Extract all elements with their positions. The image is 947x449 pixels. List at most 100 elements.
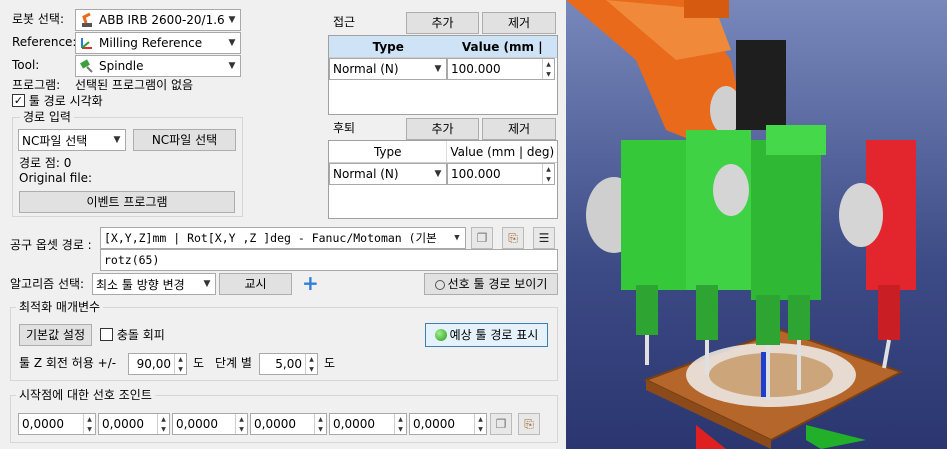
spinner-arrows-icon[interactable]: ▲ ▼: [314, 414, 326, 434]
z-rotation-unit: 도: [193, 356, 205, 370]
reference-frame-icon: [81, 38, 92, 49]
chevron-down-icon: ▼: [113, 135, 121, 145]
optimization-title: 최적화 매개변수: [16, 300, 104, 314]
collision-avoidance-checkbox[interactable]: 충돌 회피: [100, 327, 165, 343]
joint-3-spinner[interactable]: 0,0000 ▲ ▼: [172, 413, 248, 435]
visualize-path-checkbox[interactable]: ✓ 툴 경로 시각화: [12, 93, 103, 109]
show-preferred-path-label: 선호 툴 경로 보이기: [447, 277, 548, 291]
path-points-label: 경로 점: 0: [19, 156, 72, 170]
reference-select[interactable]: Milling Reference ▼: [75, 32, 241, 54]
z-rotation-label: 툴 Z 회전 허용 +/-: [19, 356, 117, 370]
path-input-title: 경로 입력: [20, 110, 74, 124]
step-value: 5,00: [275, 357, 302, 371]
nc-file-select[interactable]: NC파일 선택 ▼: [18, 129, 126, 151]
tool-offset-format-value: [X,Y,Z]mm | Rot[X,Y ,Z ]deg - Fanuc/Moto…: [104, 231, 437, 245]
program-value: 선택된 프로그램이 없음: [75, 78, 194, 92]
table-row: Normal (N) ▼ 100.000 ▲ ▼: [329, 58, 557, 80]
robot-select[interactable]: ABB IRB 2600-20/1.65 ▼: [75, 9, 241, 31]
algorithm-select-value: 최소 툴 방향 변경: [96, 277, 185, 292]
approach-type-value: Normal (N): [333, 62, 399, 76]
retract-col-type: Type: [329, 141, 448, 162]
joint-value: 0,0000: [413, 417, 455, 431]
start-joints-title: 시작점에 대한 선호 조인트: [16, 388, 155, 402]
tool-offset-input[interactable]: rotz(65): [100, 249, 558, 271]
approach-col-value: Value (mm | deg): [461, 40, 543, 76]
tool-select[interactable]: Spindle ▼: [75, 55, 241, 77]
robot-scene-illustration: [566, 0, 916, 449]
approach-add-button[interactable]: 추가: [406, 12, 479, 34]
teach-button[interactable]: 교시: [219, 273, 292, 295]
show-expected-path-label: 예상 툴 경로 표시: [449, 328, 539, 342]
show-expected-path-button[interactable]: 예상 툴 경로 표시: [425, 323, 548, 347]
tool-offset-value: rotz(65): [104, 253, 160, 267]
spinner-arrows-icon[interactable]: ▲ ▼: [542, 59, 554, 79]
joint-5-spinner[interactable]: 0,0000 ▲ ▼: [329, 413, 407, 435]
approach-remove-button[interactable]: 제거: [482, 12, 556, 34]
algorithm-select[interactable]: 최소 툴 방향 변경 ▼: [92, 273, 216, 295]
spinner-arrows-icon[interactable]: ▲ ▼: [157, 414, 169, 434]
retract-type-value: Normal (N): [333, 167, 399, 181]
joint-1-spinner[interactable]: 0,0000 ▲ ▼: [18, 413, 96, 435]
event-program-button[interactable]: 이벤트 프로그램: [19, 191, 235, 213]
retract-title: 후퇴: [333, 121, 356, 135]
nc-file-select-button[interactable]: NC파일 선택: [133, 129, 236, 151]
tool-offset-format-select[interactable]: [X,Y,Z]mm | Rot[X,Y ,Z ]deg - Fanuc/Moto…: [100, 227, 466, 249]
approach-value-spinner[interactable]: 100.000 ▲ ▼: [447, 58, 555, 80]
retract-type-select[interactable]: Normal (N) ▼: [329, 163, 447, 185]
retract-table-header: Type Value (mm | deg): [329, 141, 557, 163]
3d-viewport[interactable]: [566, 0, 947, 449]
retract-value-spinner[interactable]: 100.000 ▲ ▼: [447, 163, 555, 185]
joint-6-spinner[interactable]: 0,0000 ▲ ▼: [409, 413, 487, 435]
spinner-arrows-icon[interactable]: ▲ ▼: [174, 354, 186, 374]
step-label: 단계 별: [215, 356, 252, 370]
approach-table-header: Type Value (mm | deg): [329, 36, 557, 76]
paste-icon[interactable]: ⎘: [502, 227, 524, 249]
retract-col-value: Value (mm | deg): [450, 145, 555, 159]
retract-add-button[interactable]: 추가: [406, 118, 479, 140]
tool-select-value: Spindle: [99, 59, 144, 73]
algorithm-label: 알고리즘 선택:: [10, 277, 85, 291]
approach-table: Type Value (mm | deg) Normal (N) ▼ 100.0…: [328, 35, 558, 115]
spinner-arrows-icon[interactable]: ▲ ▼: [83, 414, 95, 434]
add-icon[interactable]: +: [302, 270, 319, 296]
spinner-arrows-icon[interactable]: ▲ ▼: [474, 414, 486, 434]
spinner-arrows-icon[interactable]: ▲ ▼: [542, 164, 554, 184]
reference-select-value: Milling Reference: [99, 36, 203, 50]
z-rotation-spinner[interactable]: 90,00 ▲ ▼: [128, 353, 187, 375]
reference-label: Reference:: [12, 35, 77, 49]
visualize-path-label: 툴 경로 시각화: [28, 94, 103, 108]
copy-icon[interactable]: ❐: [490, 413, 512, 435]
spinner-arrows-icon[interactable]: ▲ ▼: [305, 354, 317, 374]
table-row: Normal (N) ▼ 100.000 ▲ ▼: [329, 163, 557, 185]
collision-avoidance-label: 충돌 회피: [116, 328, 165, 342]
robot-label: 로봇 선택:: [12, 12, 65, 26]
chevron-down-icon: ▼: [454, 233, 460, 243]
copy-icon[interactable]: ❐: [471, 227, 493, 249]
spinner-arrows-icon[interactable]: ▲ ▼: [394, 414, 406, 434]
retract-remove-button[interactable]: 제거: [482, 118, 556, 140]
joint-2-spinner[interactable]: 0,0000 ▲ ▼: [98, 413, 170, 435]
checkbox-checked-icon: ✓: [12, 94, 25, 107]
approach-col-type: Type: [372, 40, 404, 54]
show-preferred-path-button[interactable]: 선호 툴 경로 보이기: [424, 273, 558, 295]
z-rotation-value: 90,00: [136, 357, 171, 371]
approach-type-select[interactable]: Normal (N) ▼: [329, 58, 447, 80]
tool-offset-label: 공구 옵셋 경로 :: [10, 238, 92, 252]
tool-label: Tool:: [12, 58, 40, 72]
paste-icon[interactable]: ⎘: [518, 413, 540, 435]
chevron-down-icon: ▼: [228, 38, 236, 48]
retract-value: 100.000: [451, 167, 501, 181]
chevron-down-icon: ▼: [203, 279, 211, 289]
joint-4-spinner[interactable]: 0,0000 ▲ ▼: [250, 413, 327, 435]
menu-icon[interactable]: ☰: [533, 227, 555, 249]
step-spinner[interactable]: 5,00 ▲ ▼: [259, 353, 318, 375]
set-defaults-button[interactable]: 기본값 설정: [19, 324, 92, 346]
joint-value: 0,0000: [176, 417, 218, 431]
step-unit: 도: [324, 356, 336, 370]
spinner-arrows-icon[interactable]: ▲ ▼: [235, 414, 247, 434]
approach-value: 100.000: [451, 62, 501, 76]
green-status-icon: [434, 328, 447, 341]
robot-select-value: ABB IRB 2600-20/1.65: [99, 13, 224, 27]
chevron-down-icon: ▼: [434, 64, 442, 74]
robot-arm-icon: [82, 12, 92, 27]
